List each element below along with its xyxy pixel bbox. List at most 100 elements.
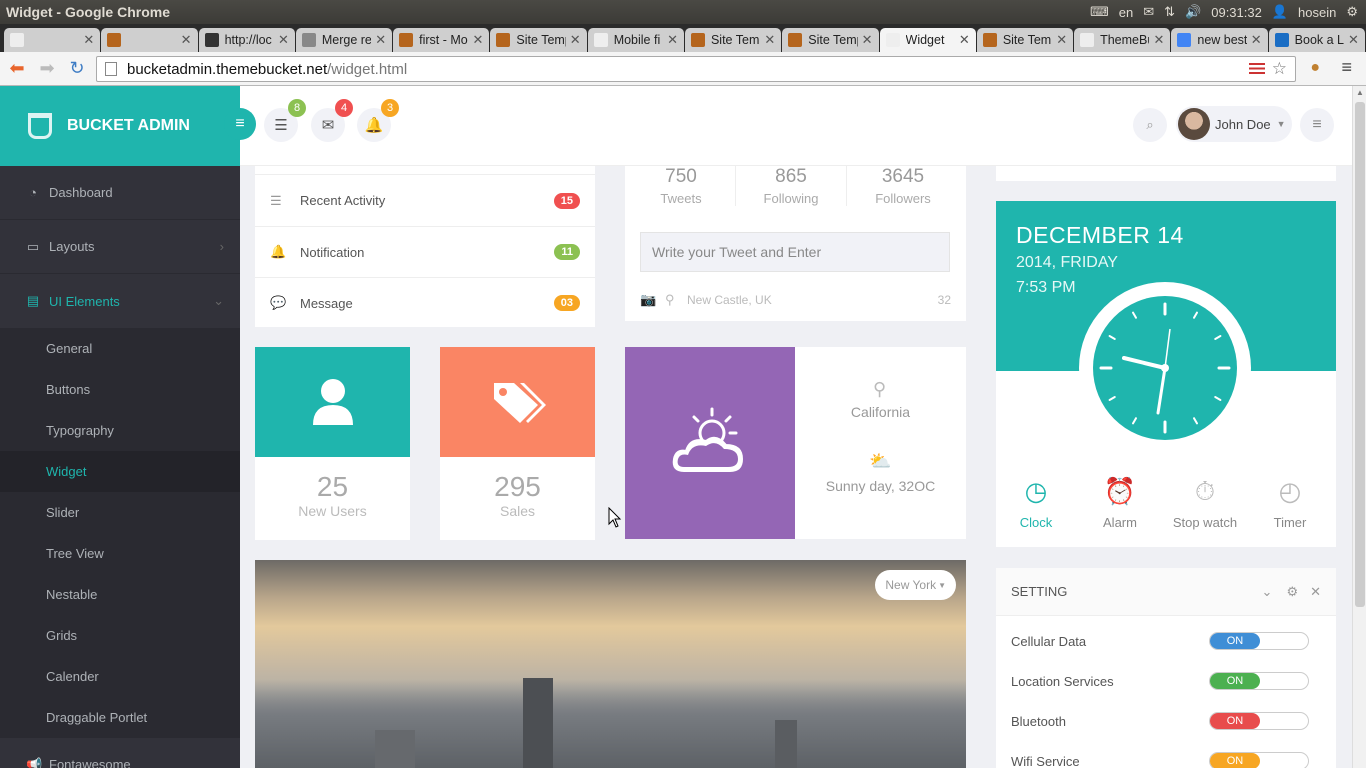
browser-tab[interactable]: ✕ — [4, 28, 101, 52]
browser-tab[interactable]: Site Temp ✕ — [782, 28, 879, 52]
browser-tab[interactable]: ✕ — [101, 28, 198, 52]
city-dropdown[interactable]: New York ▼ — [875, 570, 956, 600]
toggle-switch[interactable]: ON — [1209, 752, 1309, 768]
sidebar-toggle-button[interactable]: ≡ — [224, 108, 256, 140]
clock-tab-label: Timer — [1273, 515, 1307, 530]
language-indicator[interactable]: en — [1119, 5, 1133, 20]
submenu-item[interactable]: Nestable — [0, 574, 240, 615]
browser-tab[interactable]: Widget ✕ — [879, 28, 976, 52]
browser-tab[interactable]: first - Mo ✕ — [393, 28, 490, 52]
clock-tab[interactable]: ⏱ Stop watch — [1160, 475, 1250, 530]
browser-tab[interactable]: new best ✕ — [1171, 28, 1268, 52]
tweet-input[interactable]: Write your Tweet and Enter — [640, 232, 950, 272]
map-marker-icon: ⚲ — [873, 379, 887, 399]
user-dropdown[interactable]: John Doe ▼ — [1176, 106, 1292, 142]
tab-close-icon[interactable]: ✕ — [1348, 32, 1359, 48]
submenu-item[interactable]: Widget — [0, 451, 240, 492]
tab-close-icon[interactable]: ✕ — [1056, 32, 1067, 48]
browser-tab[interactable]: Merge re ✕ — [295, 28, 393, 52]
address-bar[interactable]: bucketadmin.themebucket.net/widget.html … — [96, 56, 1296, 82]
submenu-item[interactable]: Calender — [0, 656, 240, 697]
submenu-item[interactable]: Tree View — [0, 533, 240, 574]
page-scrollbar[interactable]: ▲ — [1352, 86, 1366, 768]
tab-close-icon[interactable]: ✕ — [1251, 32, 1262, 48]
tab-close-icon[interactable]: ✕ — [862, 32, 873, 48]
browser-tab[interactable]: Mobile fi ✕ — [587, 28, 684, 52]
sidebar-item-dashboard[interactable]: ◔ Dashboard — [0, 166, 240, 220]
submenu-item[interactable]: Slider — [0, 492, 240, 533]
tab-favicon-icon — [399, 33, 414, 47]
toggle-switch[interactable]: ON — [1209, 632, 1309, 650]
activity-row[interactable]: ☰ Recent Activity 15 — [255, 175, 595, 226]
right-menu-button[interactable]: ≡ — [1300, 108, 1334, 142]
browser-tab[interactable]: http://loc ✕ — [198, 28, 295, 52]
map-marker-icon[interactable]: ⚲ — [665, 292, 675, 308]
close-icon[interactable]: ✕ — [1310, 584, 1321, 600]
tab-close-icon[interactable]: ✕ — [570, 32, 581, 48]
tab-title: Site Temp — [808, 33, 857, 47]
activity-row[interactable]: 🔔 Notification 11 — [255, 226, 595, 277]
camera-icon[interactable]: 📷 — [640, 292, 656, 308]
chevron-down-icon[interactable]: ⌄ — [1262, 584, 1273, 600]
tab-close-icon[interactable]: ✕ — [181, 32, 192, 48]
submenu-item[interactable]: General — [0, 328, 240, 369]
forward-arrow-icon[interactable]: ➡ — [34, 56, 60, 82]
scroll-thumb[interactable] — [1355, 102, 1365, 607]
search-button[interactable]: ⌕ — [1133, 108, 1167, 142]
gear-icon[interactable]: ⚙ — [1286, 584, 1298, 600]
notifications-button[interactable]: 🔔 3 — [357, 99, 399, 142]
browser-tab[interactable]: Site Temp ✕ — [976, 28, 1074, 52]
tab-close-icon[interactable]: ✕ — [959, 32, 970, 48]
clock-tab[interactable]: ◴ Timer — [1245, 475, 1335, 530]
bell-icon: 🔔 — [270, 244, 287, 259]
keyboard-icon[interactable]: ⌨ — [1090, 4, 1109, 20]
sidebar-item-fontawesome[interactable]: 📢 Fontawesome — [0, 738, 240, 768]
submenu-item[interactable]: Grids — [0, 615, 240, 656]
username[interactable]: hosein — [1298, 5, 1336, 20]
brand[interactable]: BUCKET ADMIN — [0, 86, 240, 166]
browser-tab[interactable]: ThemeBu ✕ — [1074, 28, 1171, 52]
reload-icon[interactable]: ↻ — [64, 56, 90, 82]
back-arrow-icon[interactable]: ⬅ — [4, 56, 30, 82]
sidebar-item-layouts[interactable]: ▭ Layouts › — [0, 220, 240, 274]
user-name: John Doe — [1215, 116, 1271, 132]
toggle-switch[interactable]: ON — [1209, 712, 1309, 730]
tasks-button[interactable]: ☰ 8 — [264, 99, 306, 142]
activity-row[interactable]: 💬 Message 03 — [255, 277, 595, 328]
count-badge: 15 — [553, 192, 580, 209]
scroll-up-icon[interactable]: ▲ — [1356, 88, 1364, 97]
tab-close-icon[interactable]: ✕ — [375, 32, 386, 48]
clock-text[interactable]: 09:31:32 — [1211, 5, 1262, 20]
tab-close-icon[interactable]: ✕ — [667, 32, 678, 48]
submenu-item[interactable]: Buttons — [0, 369, 240, 410]
messages-button[interactable]: ✉ 4 — [311, 99, 353, 142]
sidebar-item-ui-elements[interactable]: ▤ UI Elements ⌄ — [0, 274, 240, 328]
browser-tab[interactable]: Book a Li ✕ — [1268, 28, 1365, 52]
flag-icon[interactable] — [1249, 63, 1265, 74]
user-icon[interactable]: 👤 — [1272, 4, 1288, 20]
tab-favicon-icon — [982, 33, 997, 47]
star-icon[interactable]: ☆ — [1272, 59, 1287, 79]
chrome-menu-icon[interactable]: ≡ — [1341, 57, 1352, 78]
tab-close-icon[interactable]: ✕ — [1153, 32, 1164, 48]
submenu-item[interactable]: Typography — [0, 410, 240, 451]
network-icon[interactable]: ⇅ — [1164, 4, 1175, 20]
tab-close-icon[interactable]: ✕ — [83, 32, 94, 48]
volume-icon[interactable]: 🔊 — [1185, 4, 1201, 20]
submenu-item[interactable]: Draggable Portlet — [0, 697, 240, 738]
mail-icon[interactable]: ✉ — [1143, 4, 1154, 20]
clock-tab[interactable]: ◷ Clock — [991, 475, 1081, 530]
tab-close-icon[interactable]: ✕ — [473, 32, 484, 48]
tab-close-icon[interactable]: ✕ — [278, 32, 289, 48]
browser-tab[interactable]: Site Temp ✕ — [490, 28, 587, 52]
char-count: 32 — [937, 293, 951, 307]
tab-close-icon[interactable]: ✕ — [764, 32, 775, 48]
clock-tab[interactable]: ⏰ Alarm — [1075, 475, 1165, 530]
browser-tab[interactable]: Site Temp ✕ — [684, 28, 782, 52]
chevron-down-icon: ⌄ — [213, 293, 224, 308]
toggle-switch[interactable]: ON — [1209, 672, 1309, 690]
setting-label: Wifi Service — [1011, 754, 1080, 768]
cookie-icon[interactable]: ● — [1310, 59, 1320, 77]
envelope-icon: ✉ — [321, 117, 335, 134]
gear-icon[interactable]: ⚙ — [1346, 4, 1358, 20]
